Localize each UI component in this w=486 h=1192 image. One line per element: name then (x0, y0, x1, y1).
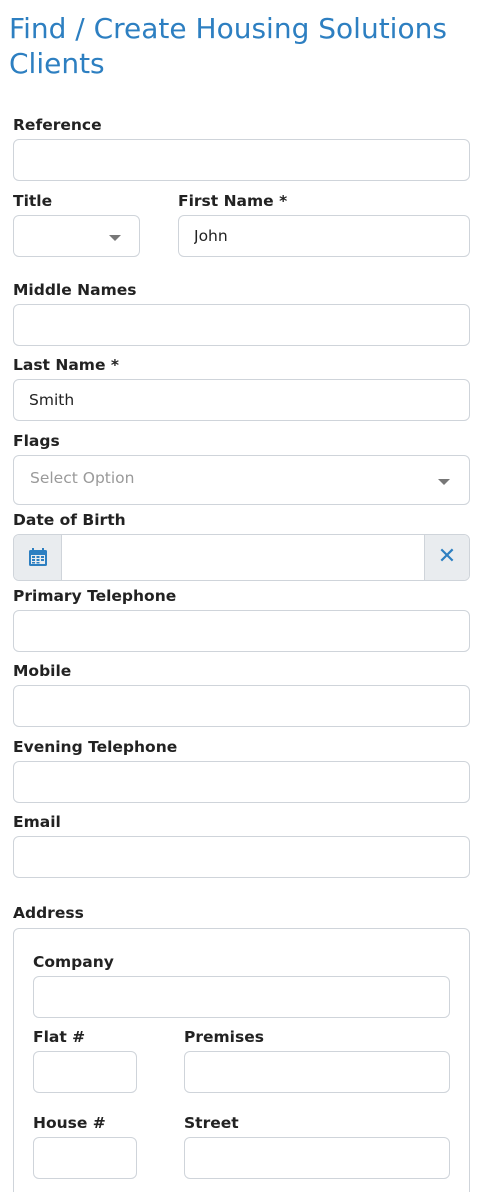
first-name-label: First Name * (178, 192, 288, 210)
dob-input[interactable] (62, 535, 425, 580)
flat-number-input[interactable] (33, 1051, 137, 1093)
middle-names-input[interactable] (13, 304, 470, 346)
flags-select[interactable]: Select Option (13, 455, 470, 505)
house-number-label: House # (33, 1114, 106, 1132)
last-name-label: Last Name * (13, 356, 119, 374)
primary-telephone-input[interactable] (13, 610, 470, 652)
email-input[interactable] (13, 836, 470, 878)
chevron-down-icon (438, 479, 450, 485)
flags-placeholder: Select Option (30, 469, 135, 487)
calendar-button[interactable] (14, 535, 62, 580)
close-icon: ✕ (437, 544, 457, 569)
email-label: Email (13, 813, 61, 831)
street-input[interactable] (184, 1137, 450, 1179)
house-number-input[interactable] (33, 1137, 137, 1179)
chevron-down-icon (109, 235, 121, 241)
address-label: Address (13, 904, 84, 922)
flat-number-label: Flat # (33, 1028, 86, 1046)
dob-field: ✕ (13, 534, 470, 581)
reference-label: Reference (13, 116, 102, 134)
mobile-input[interactable] (13, 685, 470, 727)
street-label: Street (184, 1114, 239, 1132)
page-title: Find / Create Housing Solutions Clients (9, 12, 447, 80)
evening-telephone-label: Evening Telephone (13, 738, 178, 756)
calendar-icon (29, 548, 47, 566)
last-name-input[interactable] (13, 379, 470, 421)
title-label: Title (13, 192, 53, 210)
primary-telephone-label: Primary Telephone (13, 587, 177, 605)
clear-date-button[interactable]: ✕ (424, 535, 469, 580)
flags-label: Flags (13, 432, 60, 450)
dob-label: Date of Birth (13, 511, 126, 529)
reference-input[interactable] (13, 139, 470, 181)
first-name-input[interactable] (178, 215, 470, 257)
title-select[interactable] (13, 215, 140, 257)
middle-names-label: Middle Names (13, 281, 137, 299)
premises-label: Premises (184, 1028, 264, 1046)
company-label: Company (33, 953, 114, 971)
premises-input[interactable] (184, 1051, 450, 1093)
company-input[interactable] (33, 976, 450, 1018)
evening-telephone-input[interactable] (13, 761, 470, 803)
mobile-label: Mobile (13, 662, 72, 680)
